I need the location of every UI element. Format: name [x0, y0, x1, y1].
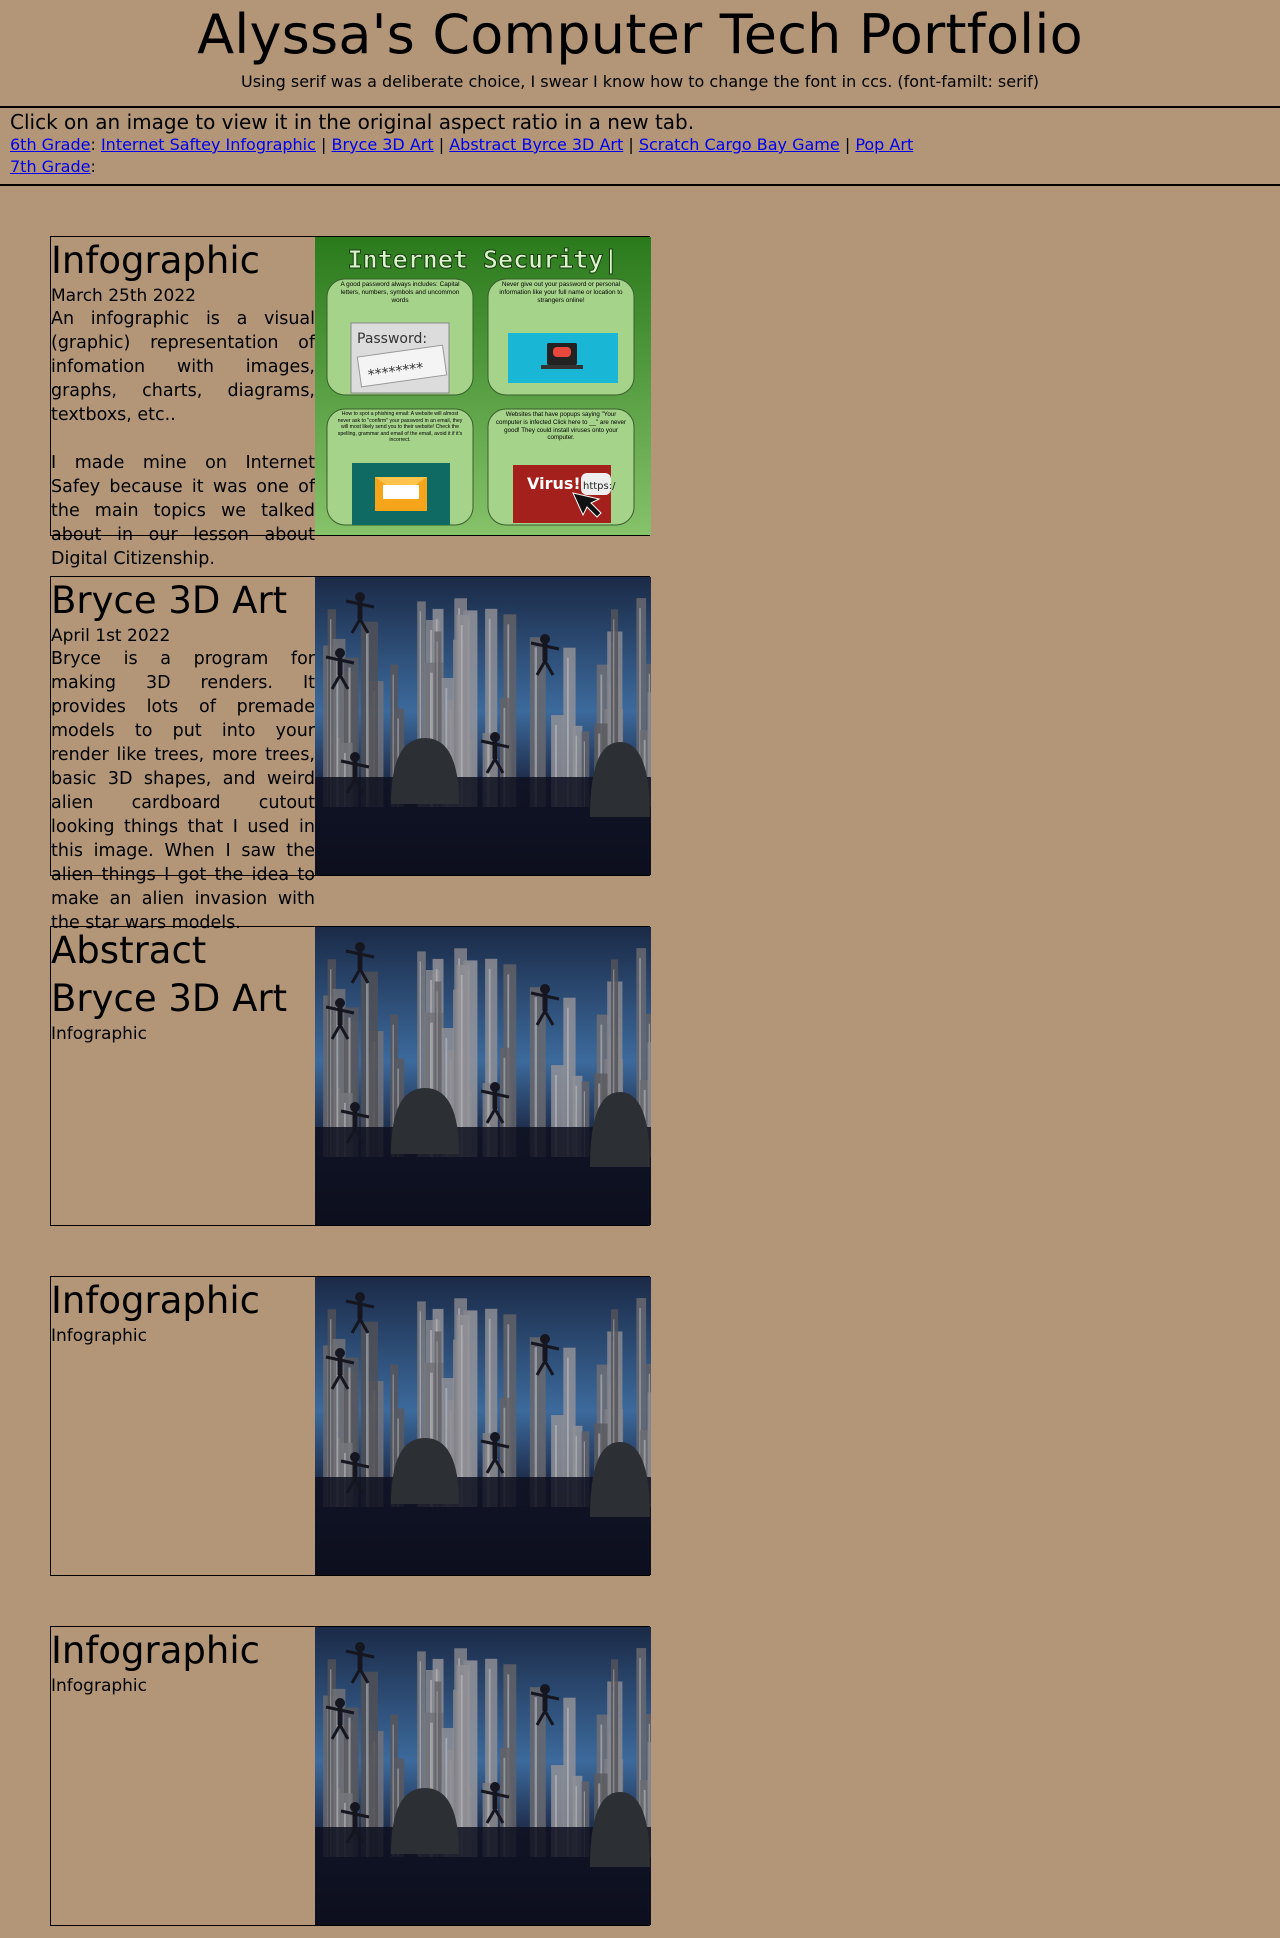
project-title: Bryce 3D Art [51, 579, 288, 622]
nav-separator: | [628, 135, 634, 154]
bryce-render-image[interactable] [315, 927, 651, 1225]
project-image-link[interactable] [315, 1627, 651, 1925]
project-card-text: Abstract Bryce 3D Art Infographic [51, 927, 315, 1225]
infographic-title: Internet Security| [348, 245, 619, 274]
page-subtitle: Using serif was a deliberate choice, I s… [240, 72, 1040, 91]
project-card-text: Infographic Infographic [51, 1627, 315, 1925]
svg-text:Virus!: Virus! [527, 474, 581, 493]
project-description: Bryce is a program for making 3D renders… [51, 649, 315, 933]
nav-colon: : [90, 135, 96, 154]
bryce-render-image[interactable] [315, 577, 651, 875]
email-envelope-icon [352, 463, 450, 525]
nav-project-link[interactable]: Scratch Cargo Bay Game [639, 135, 840, 154]
project-card: Bryce 3D Art April 1st 2022 Bryce is a pro… [50, 576, 651, 933]
infographic-image[interactable]: Internet Security| A good password alway… [315, 237, 651, 535]
bryce-render-image[interactable] [315, 1277, 651, 1575]
project-date: Infographic [51, 1024, 148, 1044]
password-field-icon: Password: ******** [350, 322, 450, 394]
project-card: Infographic Infographic [50, 1276, 651, 1576]
project-title: Infographic [51, 239, 260, 282]
nav-row: 6th Grade: Internet Saftey Infographic |… [10, 134, 1270, 156]
project-image-link[interactable] [315, 1277, 651, 1575]
nav-separator: | [321, 135, 327, 154]
password-panel-text: A good password always includes: Capital… [340, 281, 460, 304]
nav-colon: : [90, 157, 96, 176]
nav-rows: 6th Grade: Internet Saftey Infographic |… [10, 134, 1270, 178]
nav-project-link[interactable]: Abstract Byrce 3D Art [449, 135, 623, 154]
page-title: Alyssa's Computer Tech Portfolio [197, 3, 1083, 66]
virus-popup-icon: Virus! https:/ [513, 465, 616, 523]
nav-grade-link[interactable]: 6th Grade [10, 135, 90, 154]
laptop-lock-icon [508, 333, 618, 383]
project-title: Abstract Bryce 3D Art [51, 929, 288, 1020]
nav-separator: | [844, 135, 851, 154]
nav-row: 7th Grade: [10, 156, 1270, 178]
project-card-text: Bryce 3D Art April 1st 2022 Bryce is a pro… [51, 577, 315, 933]
popup-panel-text: Websites that have popups saying "Your c… [495, 411, 627, 442]
privacy-panel-text: Never give out your password or personal… [499, 281, 623, 304]
project-title: Infographic [51, 1279, 260, 1322]
svg-text:Password:: Password: [357, 331, 427, 347]
nav-bar: Click on an image to view it in the orig… [0, 106, 1280, 186]
project-image-link[interactable] [315, 577, 651, 875]
nav-project-link[interactable]: Bryce 3D Art [332, 135, 434, 154]
project-date: Infographic [51, 1676, 148, 1696]
project-image-link[interactable] [315, 927, 651, 1225]
project-card: Infographic March 25th 2022 An infographic… [50, 236, 651, 569]
project-date: March 25th 2022 [51, 286, 196, 306]
project-date: Infographic [51, 1326, 148, 1346]
project-card: Abstract Bryce 3D Art Infographic [50, 926, 651, 1226]
svg-text:https:/: https:/ [583, 481, 616, 492]
project-date: April 1st 2022 [51, 626, 171, 646]
project-image-link[interactable]: Internet Security| A good password alway… [315, 237, 651, 535]
project-card-text: Infographic Infographic [51, 1277, 315, 1575]
page-header: Alyssa's Computer Tech Portfolio Using s… [0, 0, 1280, 92]
nav-separator: | [438, 135, 445, 154]
nav-project-link[interactable]: Pop Art [855, 135, 913, 154]
project-card: Infographic Infographic [50, 1626, 651, 1926]
nav-project-link[interactable]: Internet Saftey Infographic [101, 135, 316, 154]
bryce-render-image[interactable] [315, 1627, 651, 1925]
nav-hint: Click on an image to view it in the orig… [10, 110, 695, 134]
project-card-text: Infographic March 25th 2022 An infographic… [51, 237, 315, 569]
project-title: Infographic [51, 1629, 260, 1672]
phishing-panel-text: How to spot a phishing email: A website … [337, 411, 463, 443]
project-description: An infographic is a visual (graphic) rep… [51, 309, 315, 569]
nav-grade-link[interactable]: 7th Grade [10, 157, 90, 176]
portfolio-list: Infographic March 25th 2022 An infographic… [0, 186, 1280, 1926]
